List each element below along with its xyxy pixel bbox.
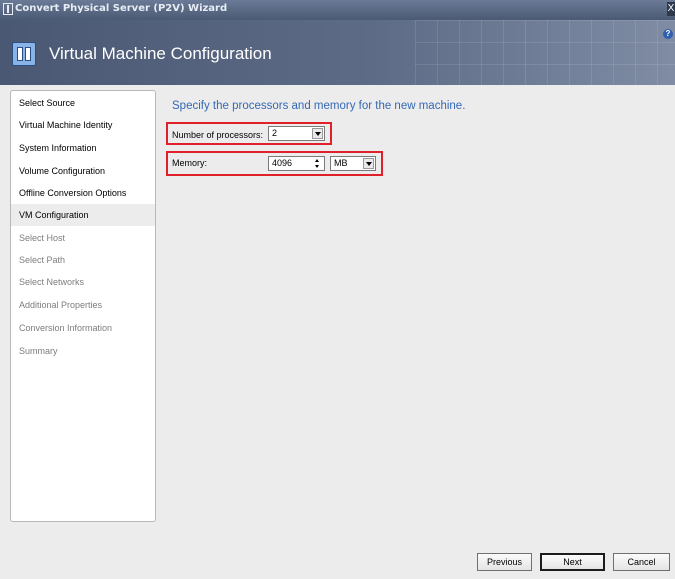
wizard-steps-panel: Select Source Virtual Machine Identity S… bbox=[10, 90, 156, 522]
page-title: Virtual Machine Configuration bbox=[49, 44, 272, 63]
help-icon[interactable]: ? bbox=[663, 29, 673, 39]
nav-item-select-source[interactable]: Select Source bbox=[11, 92, 155, 114]
processors-dropdown[interactable]: 2 bbox=[268, 126, 325, 141]
nav-item-summary: Summary bbox=[19, 346, 58, 356]
wizard-window: Convert Physical Server (P2V) Wizard X V… bbox=[0, 0, 675, 579]
close-icon[interactable]: X bbox=[667, 2, 675, 16]
nav-item-vm-configuration[interactable]: VM Configuration bbox=[11, 204, 155, 226]
nav-item-virtual-machine-identity[interactable]: Virtual Machine Identity bbox=[11, 114, 155, 136]
spin-down-icon[interactable] bbox=[312, 164, 323, 169]
title-bar: Convert Physical Server (P2V) Wizard X bbox=[0, 0, 675, 20]
nav-item-volume-configuration[interactable]: Volume Configuration bbox=[11, 160, 155, 182]
header-banner: Virtual Machine Configuration ? bbox=[0, 20, 675, 85]
nav-item-select-path: Select Path bbox=[19, 255, 66, 265]
processors-value: 2 bbox=[272, 128, 278, 138]
nav-item-offline-conversion-options[interactable]: Offline Conversion Options bbox=[11, 182, 155, 204]
memory-label: Memory: bbox=[172, 158, 208, 168]
previous-button[interactable]: Previous bbox=[477, 553, 532, 571]
memory-value: 4096 bbox=[272, 158, 293, 168]
nav-item-select-host: Select Host bbox=[19, 233, 66, 243]
instruction-text: Specify the processors and memory for th… bbox=[172, 100, 466, 112]
processors-label: Number of processors: bbox=[172, 130, 264, 140]
memory-spinbox[interactable]: 4096 bbox=[268, 156, 325, 171]
memory-unit-value: MB bbox=[334, 158, 348, 168]
banner-pattern bbox=[415, 20, 675, 85]
spin-up-icon[interactable] bbox=[312, 158, 323, 163]
app-icon bbox=[3, 3, 13, 15]
wizard-icon bbox=[12, 42, 36, 66]
cancel-button[interactable]: Cancel bbox=[613, 553, 670, 571]
nav-item-additional-properties: Additional Properties bbox=[19, 300, 103, 310]
nav-item-select-networks: Select Networks bbox=[19, 277, 85, 287]
nav-item-conversion-information: Conversion Information bbox=[19, 323, 113, 333]
chevron-down-icon bbox=[363, 158, 374, 169]
memory-unit-dropdown[interactable]: MB bbox=[330, 156, 376, 171]
window-title: Convert Physical Server (P2V) Wizard bbox=[15, 3, 228, 14]
next-button[interactable]: Next bbox=[540, 553, 605, 571]
nav-item-system-information[interactable]: System Information bbox=[11, 137, 155, 159]
chevron-down-icon bbox=[312, 128, 323, 139]
